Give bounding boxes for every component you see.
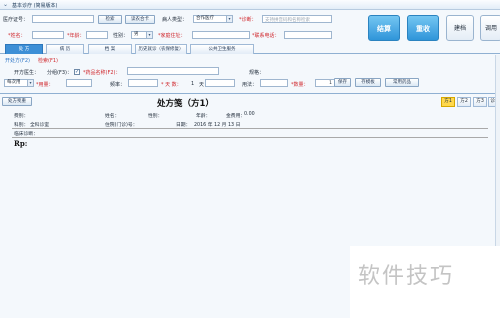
days-value[interactable]: 1 [191,81,194,87]
gender-value: 男 [134,32,139,37]
build-record-button[interactable]: 建档 [446,15,474,41]
tab-public-health[interactable]: 公共卫生服务 [190,44,254,54]
patient-type-label: 病人类型： [162,17,188,23]
doctor-label: 开方医生： [14,70,40,76]
dose-unit-value: 每次用 [7,80,21,85]
patient-type-value: 合作医疗 [196,16,214,21]
usage-label: 用法： [242,82,258,88]
read-card-button[interactable]: 读农合卡 [125,15,155,24]
watermark-text: 软件技巧 [358,264,455,289]
tab-rx-1[interactable]: 方1 [441,97,455,107]
prescription-title: 处方笺（方1） [157,99,214,109]
tab-archive[interactable]: 档 案 [88,44,132,54]
quantity-value: 1 [329,81,332,86]
name-input[interactable] [32,31,64,39]
age-input[interactable] [86,31,108,39]
fee-type-label: 费别： [14,114,29,119]
window-title: 基本诊疗 (简易版本) [12,3,58,9]
split-label: 分组(F3)： [47,70,72,76]
quantity-label: *数量： [291,82,309,88]
total-fee-label: 金费用： [226,114,246,119]
name-label: *姓名： [8,33,26,39]
drug-name-input[interactable] [127,67,219,75]
frequency-input[interactable] [128,79,158,87]
chevron-down-icon: ▾ [226,16,232,22]
vertical-scrollbar[interactable] [495,55,500,246]
common-drugs-button[interactable]: 常用药品 [385,78,419,87]
dose-label: *用量： [36,82,54,88]
tab-rx-3[interactable]: 方3 [473,97,487,107]
sheet-redo-button[interactable]: 处方笺重 [2,97,32,106]
phone-input[interactable] [284,31,332,39]
patient-type-select[interactable]: 合作医疗 ▾ [193,15,233,23]
rx-divider-1 [12,128,488,129]
diagnosis-placeholder: 支持拼音码和名称检索 [265,18,310,23]
dept-label: 科别： [14,123,29,128]
search-button[interactable]: 检索 [98,15,122,24]
quantity-input[interactable]: 1 [315,79,335,87]
rx-gender-label: 性别： [148,114,163,119]
card-no-label: 医疗证号： [3,17,29,23]
save-button[interactable]: 保存 [334,78,351,87]
date-label: 日期： [176,123,191,128]
search-shortcut-label[interactable]: 检索(F1) [38,57,58,64]
divider [0,93,495,94]
dept-value: 全科诊室 [30,123,50,128]
split-checkbox[interactable]: ✓ [74,69,80,75]
rx-age-label: 年龄： [196,114,211,119]
clinical-diagnosis-label: 临床诊断： [14,132,38,137]
chevron-down-icon: ▾ [146,32,152,38]
diagnosis-label: *诊断： [239,17,257,23]
frequency-label: 频率： [110,82,126,88]
tab-rx-2[interactable]: 方2 [457,97,471,107]
collapse-arrow-icon[interactable]: ⌄ [3,1,8,8]
window-title-bar: ⌄ 基本诊疗 (简易版本) [0,0,500,10]
tab-medical-record[interactable]: 病 历 [46,44,84,54]
visit-no-label: 住院(门诊)号： [105,123,138,128]
days-input[interactable] [205,79,235,87]
address-input[interactable] [192,31,250,39]
rp-symbol: Rp: [14,139,28,148]
rx-divider-2 [12,137,488,138]
diagnosis-input[interactable]: 支持拼音码和名称检索 [262,15,332,23]
dose-unit-select[interactable]: 每次用 ▾ [4,79,34,87]
days-label: * 天 数： [161,82,182,88]
use-button[interactable]: 调用 [480,15,500,41]
usage-input[interactable] [260,79,288,87]
days-unit: 天 [199,82,205,88]
dose-input[interactable] [66,79,92,87]
gender-label: 性别： [113,33,129,39]
date-value: 2016 年 12 月 13 日 [194,123,241,128]
prescribe-section-title: 开处方(F2) [5,58,30,64]
address-label: *家庭住址： [158,33,186,39]
drug-name-label: *药品名称(F2)： [83,70,121,76]
save-template-button[interactable]: 存模板 [355,78,381,87]
tab-prescription[interactable]: 处 方 [5,44,43,54]
reset-button[interactable]: 重收 [407,15,439,41]
spec-label: 规格： [249,70,265,76]
age-label: *年龄： [67,33,85,39]
tab-history[interactable]: 历史就诊（农保修复） [135,44,187,54]
total-fee-value: 0.00 [244,112,255,117]
gender-select[interactable]: 男 ▾ [131,31,153,39]
rx-name-label: 姓名： [105,114,120,119]
settle-button[interactable]: 结算 [368,15,400,41]
card-no-input[interactable] [32,15,94,23]
phone-label: *联系电话： [252,33,280,39]
chevron-down-icon: ▾ [27,80,33,86]
